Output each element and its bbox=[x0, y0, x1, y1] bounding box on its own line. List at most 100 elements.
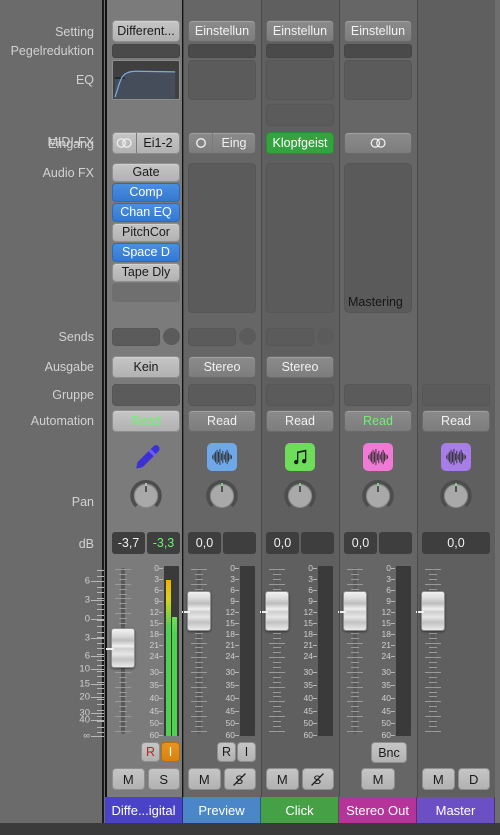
output-button[interactable]: Stereo bbox=[188, 356, 256, 378]
mute-button[interactable]: M bbox=[422, 768, 455, 790]
automation-mode-button[interactable]: Read bbox=[422, 410, 490, 432]
audio-fx-slot-5[interactable]: Space D bbox=[112, 243, 180, 262]
track-name-plate[interactable]: Preview bbox=[183, 797, 261, 823]
row-label-sends: Sends bbox=[58, 330, 94, 344]
fader-db-label: 6 bbox=[84, 650, 90, 662]
group-slot[interactable] bbox=[112, 384, 180, 406]
group-slot[interactable] bbox=[344, 384, 412, 406]
eq-thumbnail[interactable] bbox=[344, 60, 412, 100]
io-format-mono-icon[interactable] bbox=[189, 133, 213, 153]
setting-button[interactable]: Einstellun bbox=[266, 20, 334, 42]
output-button[interactable]: Stereo bbox=[266, 356, 334, 378]
record-enable-button[interactable]: R bbox=[141, 742, 160, 762]
setting-button[interactable]: Einstellun bbox=[188, 20, 256, 42]
fader-handle[interactable] bbox=[338, 591, 367, 631]
send-level-knob-1[interactable] bbox=[317, 328, 334, 345]
track-name-plate[interactable]: Click bbox=[261, 797, 339, 823]
group-slot[interactable] bbox=[422, 384, 490, 406]
bounce-button[interactable]: Bnc bbox=[371, 742, 407, 763]
send-slot-1[interactable] bbox=[112, 328, 160, 346]
pan-knob[interactable] bbox=[284, 479, 316, 512]
output-button[interactable]: Kein bbox=[112, 356, 180, 378]
solo-off-icon-button[interactable]: S bbox=[301, 768, 334, 790]
track-name-plate[interactable]: Master bbox=[417, 797, 495, 823]
track-icon-audio-waveform-icon[interactable] bbox=[207, 443, 237, 471]
midi-fx-slot[interactable] bbox=[266, 104, 334, 126]
audio-fx-slot-4[interactable]: PitchCor bbox=[112, 223, 180, 242]
track-icon-marker-pen-icon[interactable] bbox=[131, 443, 161, 471]
audio-fx-slot-3[interactable]: Chan EQ bbox=[112, 203, 180, 222]
audio-fx-slot-2[interactable]: Comp bbox=[112, 183, 180, 202]
db-value-field-2[interactable] bbox=[301, 532, 334, 554]
meter-scale-label: 60 bbox=[225, 729, 235, 740]
mute-button[interactable]: M bbox=[188, 768, 221, 790]
fader-db-label: 3 bbox=[84, 594, 90, 606]
pan-knob[interactable] bbox=[362, 479, 394, 512]
track-name-plate[interactable]: Stereo Out bbox=[339, 797, 417, 823]
automation-mode-button[interactable]: Read bbox=[188, 410, 256, 432]
send-slot-1[interactable] bbox=[266, 328, 314, 346]
fader-handle[interactable] bbox=[260, 591, 289, 631]
strip-divider bbox=[183, 0, 184, 800]
track-name-plate[interactable]: Diffe...igital bbox=[105, 797, 183, 823]
mute-button[interactable]: M bbox=[112, 768, 145, 790]
audio-fx-area[interactable] bbox=[266, 163, 334, 313]
db-value-field-2[interactable] bbox=[379, 532, 412, 554]
audio-fx-slot-6[interactable]: Tape Dly bbox=[112, 263, 180, 282]
meter-bar-right bbox=[172, 617, 177, 736]
io-format-stereo-icon[interactable] bbox=[345, 133, 411, 153]
input-slot[interactable]: Ei1-2 bbox=[112, 132, 180, 154]
fader-handle[interactable] bbox=[106, 628, 135, 668]
meter-scale-label: 30 bbox=[149, 666, 159, 677]
io-format-stereo-icon[interactable] bbox=[113, 133, 137, 153]
automation-mode-button[interactable]: Read bbox=[266, 410, 334, 432]
mute-button[interactable]: M bbox=[266, 768, 299, 790]
pan-knob[interactable] bbox=[440, 479, 472, 512]
automation-mode-button[interactable]: Read bbox=[112, 410, 180, 432]
send-slot-1[interactable] bbox=[188, 328, 236, 346]
dim-button[interactable]: D bbox=[457, 768, 490, 790]
solo-off-icon-button[interactable]: S bbox=[223, 768, 256, 790]
db-value-field-1[interactable]: 0,0 bbox=[344, 532, 377, 554]
input-monitor-button[interactable]: I bbox=[161, 742, 180, 762]
track-icon-music-note-icon[interactable] bbox=[285, 443, 315, 471]
audio-fx-slot-1[interactable]: Gate bbox=[112, 163, 180, 182]
fader-handle[interactable] bbox=[182, 591, 211, 631]
record-enable-button[interactable]: R bbox=[217, 742, 236, 762]
setting-button[interactable]: Different... bbox=[112, 20, 180, 42]
input-monitor-button[interactable]: I bbox=[237, 742, 256, 762]
row-label-setting: Setting bbox=[55, 25, 94, 39]
meter-scale-label: 50 bbox=[149, 717, 159, 728]
group-slot[interactable] bbox=[266, 384, 334, 406]
input-slot[interactable]: Klopfgeist bbox=[266, 132, 334, 154]
input-slot[interactable]: Eing bbox=[188, 132, 256, 154]
gain-reduction-meter bbox=[266, 44, 334, 58]
meter-scale-label: 15 bbox=[225, 617, 235, 628]
send-level-knob-1[interactable] bbox=[239, 328, 256, 345]
track-icon-audio-waveform-icon[interactable] bbox=[363, 443, 393, 471]
fader-handle[interactable] bbox=[416, 591, 445, 631]
input-slot[interactable] bbox=[344, 132, 412, 154]
track-icon-audio-waveform-icon[interactable] bbox=[441, 443, 471, 471]
volume-fader[interactable] bbox=[416, 566, 495, 736]
send-level-knob-1[interactable] bbox=[163, 328, 180, 345]
mastering-fx-slot[interactable]: Mastering bbox=[344, 163, 412, 313]
db-value-field-2[interactable] bbox=[223, 532, 256, 554]
eq-thumbnail[interactable] bbox=[112, 60, 180, 100]
db-value-field-1[interactable]: 0,0 bbox=[188, 532, 221, 554]
pan-knob[interactable] bbox=[130, 479, 162, 512]
db-value-field-1[interactable]: 0,0 bbox=[266, 532, 299, 554]
group-slot[interactable] bbox=[188, 384, 256, 406]
db-value-field-1[interactable]: -3,7 bbox=[112, 532, 145, 554]
setting-button[interactable]: Einstellun bbox=[344, 20, 412, 42]
solo-button[interactable]: S bbox=[147, 768, 180, 790]
eq-thumbnail[interactable] bbox=[188, 60, 256, 100]
db-value-field-2[interactable]: -3,3 bbox=[147, 532, 180, 554]
audio-fx-slot-empty[interactable] bbox=[112, 283, 180, 302]
automation-mode-button[interactable]: Read bbox=[344, 410, 412, 432]
pan-knob[interactable] bbox=[206, 479, 238, 512]
db-value-field-1[interactable]: 0,0 bbox=[422, 532, 490, 554]
eq-thumbnail[interactable] bbox=[266, 60, 334, 100]
audio-fx-area[interactable] bbox=[188, 163, 256, 313]
mute-button[interactable]: M bbox=[361, 768, 395, 790]
